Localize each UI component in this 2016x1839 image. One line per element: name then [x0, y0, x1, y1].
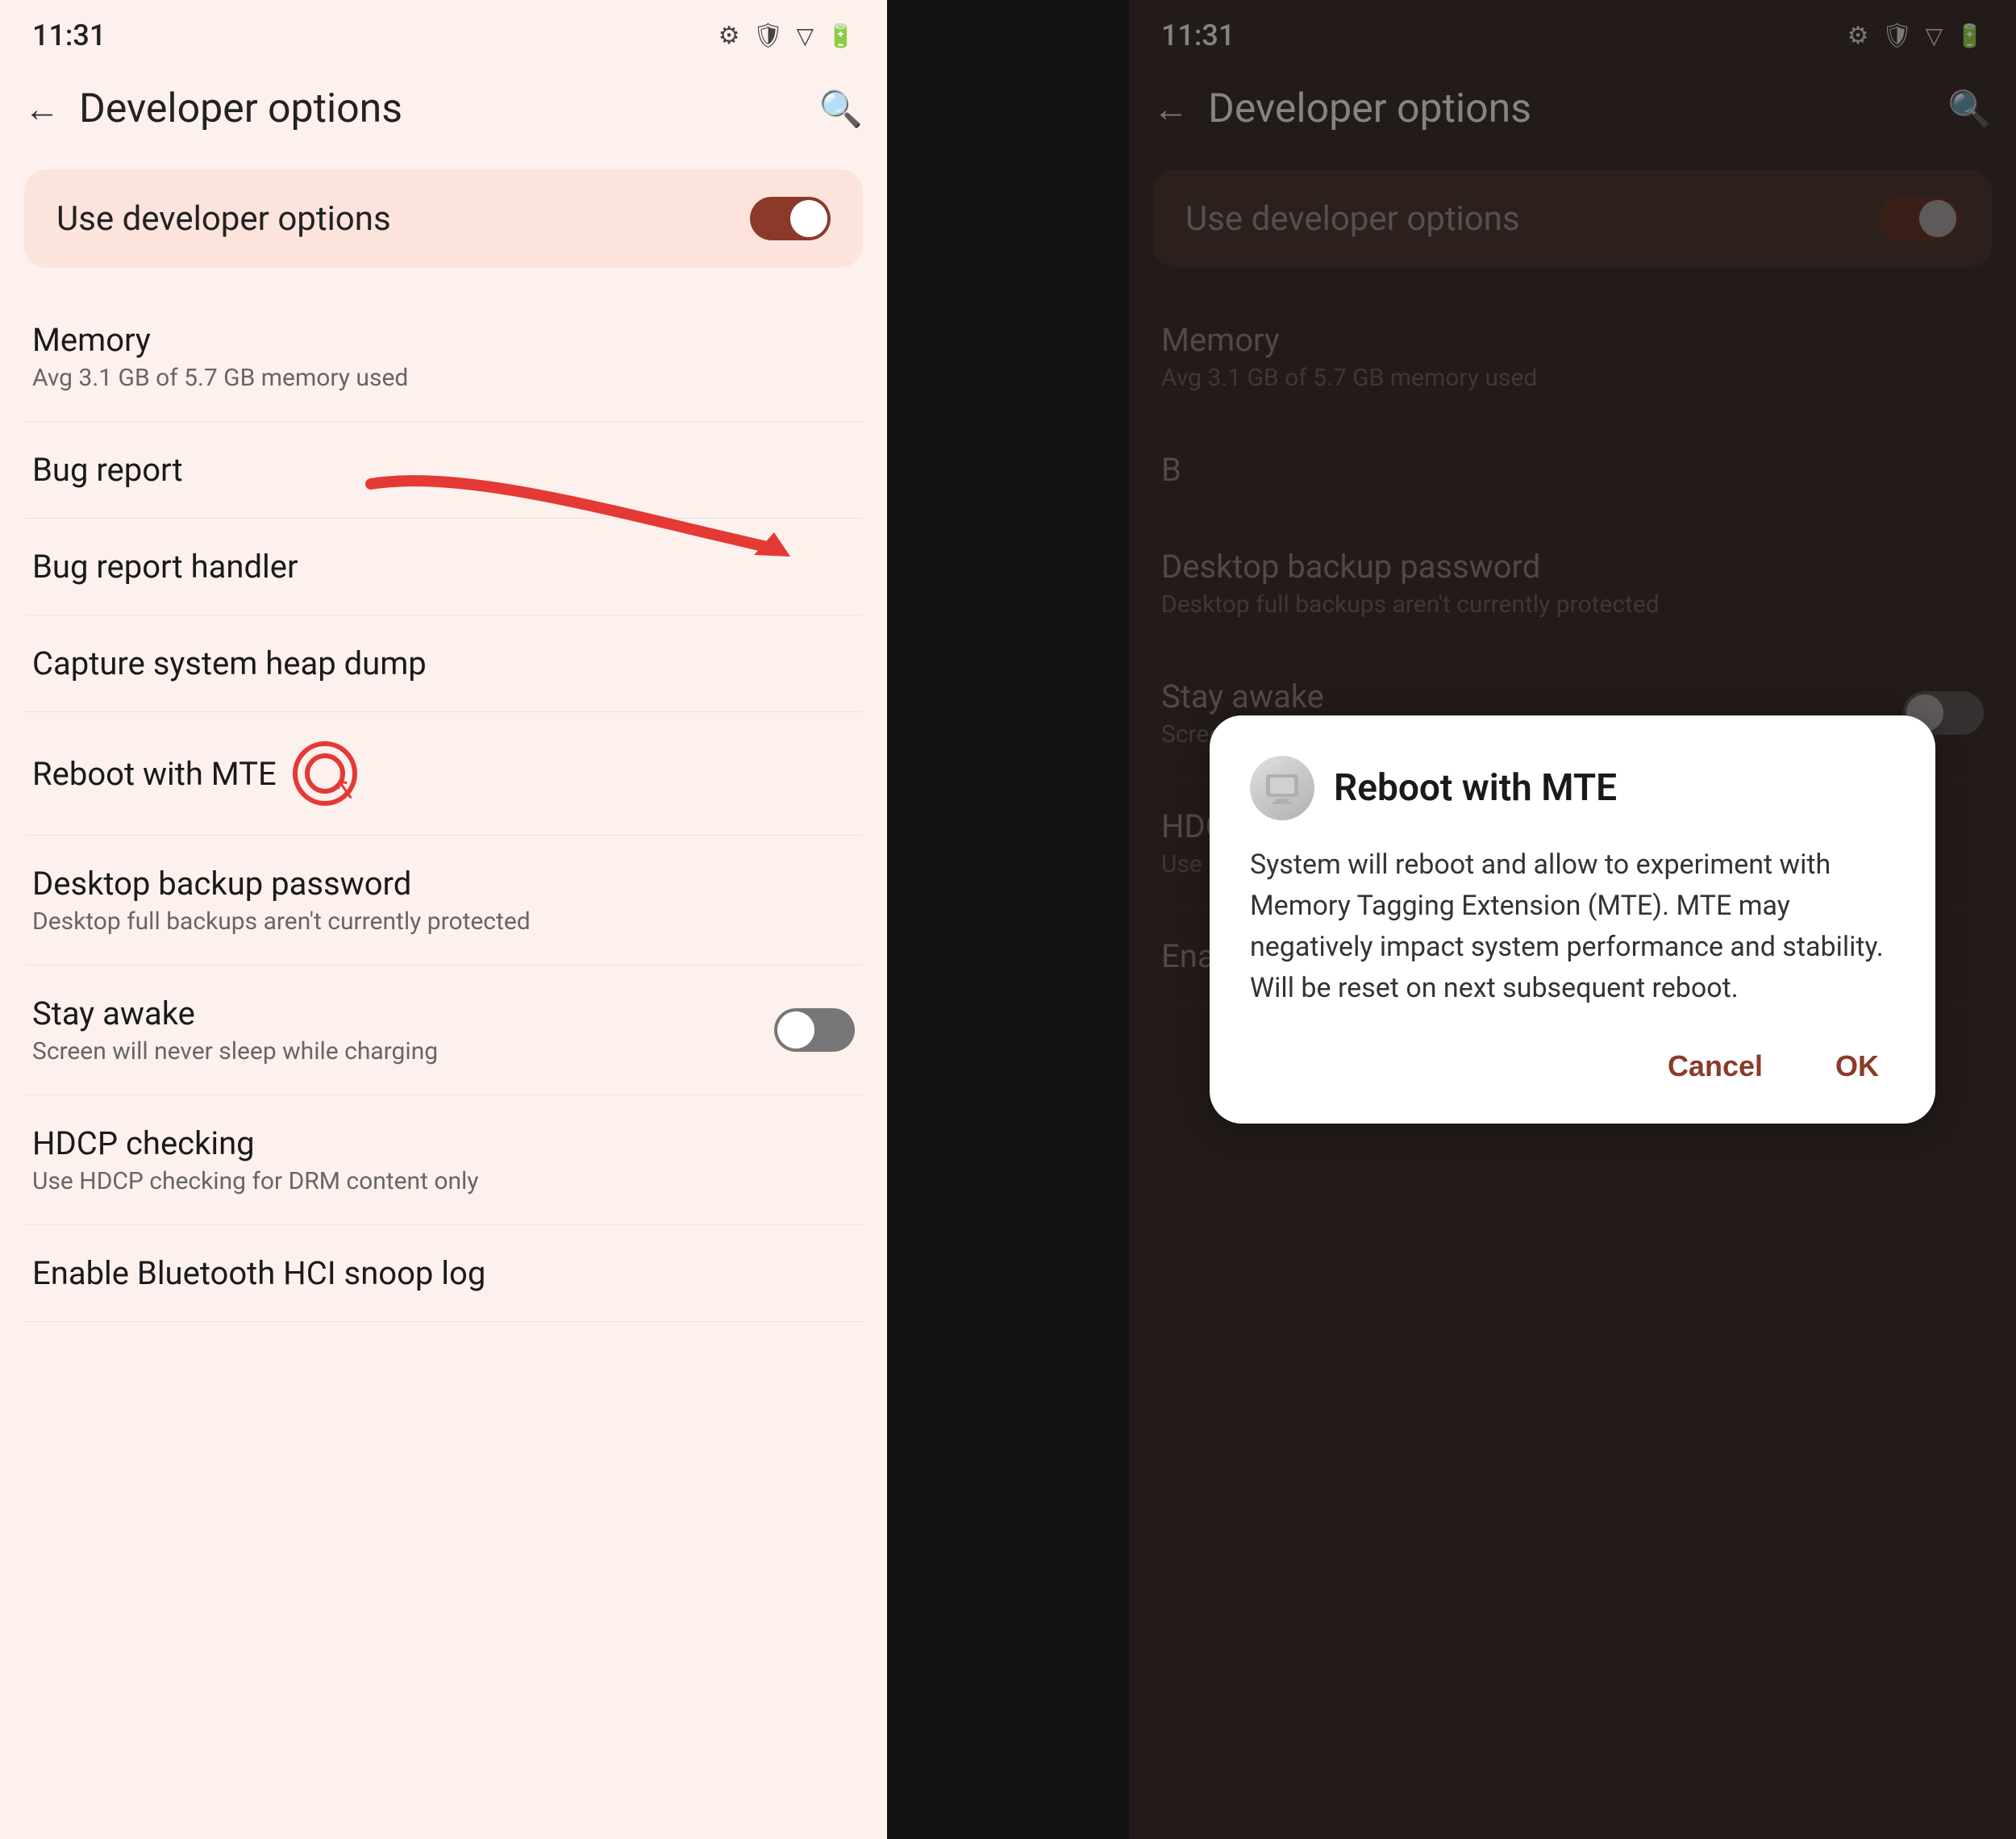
setting-text: Memory Avg 3.1 GB of 5.7 GB memory used — [32, 321, 855, 392]
setting-title: Enable Bluetooth HCI snoop log — [32, 1254, 855, 1292]
setting-row: Desktop backup password Desktop full bac… — [32, 865, 855, 936]
setting-text: Stay awake Screen will never sleep while… — [32, 995, 774, 1065]
list-item[interactable]: Memory Avg 3.1 GB of 5.7 GB memory used — [24, 292, 863, 422]
click-indicator-icon: ↖ — [293, 741, 357, 806]
cursor-icon: ↖ — [330, 770, 360, 808]
dialog-buttons: Cancel OK — [1250, 1041, 1895, 1091]
use-developer-options-label: Use developer options — [56, 199, 391, 239]
right-panel: 11:31 ⚙ 🛡 ▽ 🔋 ← Developer options 🔍 Use … — [1129, 0, 2016, 1839]
setting-text: Enable Bluetooth HCI snoop log — [32, 1254, 855, 1292]
left-panel: 11:31 ⚙ 🛡 ▽ 🔋 ← Developer options 🔍 Use … — [0, 0, 887, 1839]
use-developer-options-toggle-section: Use developer options — [24, 169, 863, 268]
setting-row: HDCP checking Use HDCP checking for DRM … — [32, 1124, 855, 1195]
setting-title: Bug report handler — [32, 548, 855, 586]
setting-row: Bug report handler — [32, 548, 855, 586]
search-button-left[interactable]: 🔍 — [818, 88, 863, 130]
settings-list-left: Memory Avg 3.1 GB of 5.7 GB memory used … — [0, 292, 887, 1839]
page-title-left: Developer options — [79, 85, 818, 132]
back-button-left[interactable]: ← — [24, 88, 60, 130]
setting-title: Desktop backup password — [32, 865, 855, 903]
setting-text: Capture system heap dump — [32, 644, 855, 682]
toggle-knob — [777, 1011, 814, 1049]
reboot-mte-dialog: Reboot with MTE System will reboot and a… — [1210, 715, 1935, 1124]
list-item[interactable]: Capture system heap dump — [24, 615, 863, 712]
setting-row: Reboot with MTE ↖ — [32, 741, 855, 806]
setting-row: Memory Avg 3.1 GB of 5.7 GB memory used — [32, 321, 855, 392]
dialog-message: System will reboot and allow to experime… — [1250, 844, 1895, 1009]
settings-status-icon: ⚙ — [719, 22, 740, 50]
wifi-status-icon: ▽ — [797, 23, 814, 49]
list-item[interactable]: Desktop backup password Desktop full bac… — [24, 836, 863, 965]
list-item[interactable]: Bug report handler — [24, 519, 863, 615]
setting-subtitle: Screen will never sleep while charging — [32, 1037, 774, 1065]
setting-title: Reboot with MTE — [32, 755, 277, 793]
list-item[interactable]: Bug report — [24, 422, 863, 519]
setting-text: Bug report handler — [32, 548, 855, 586]
panel-divider — [887, 0, 1129, 1839]
dialog-ok-button[interactable]: OK — [1819, 1041, 1895, 1091]
use-developer-options-toggle[interactable] — [750, 197, 831, 240]
setting-text: Desktop backup password Desktop full bac… — [32, 865, 855, 936]
setting-subtitle: Desktop full backups aren't currently pr… — [32, 907, 855, 936]
dialog-title-row: Reboot with MTE — [1250, 756, 1895, 820]
status-bar-left: 11:31 ⚙ 🛡 ▽ 🔋 — [0, 0, 887, 65]
status-icons-left: ⚙ 🛡 ▽ 🔋 — [719, 22, 855, 50]
toggle-knob — [790, 200, 827, 237]
setting-text: HDCP checking Use HDCP checking for DRM … — [32, 1124, 855, 1195]
setting-subtitle: Avg 3.1 GB of 5.7 GB memory used — [32, 364, 855, 392]
top-bar-left: ← Developer options 🔍 — [0, 65, 887, 153]
setting-text: Reboot with MTE ↖ — [32, 741, 855, 806]
setting-title: HDCP checking — [32, 1124, 855, 1162]
setting-row: Enable Bluetooth HCI snoop log — [32, 1254, 855, 1292]
dialog-overlay: Reboot with MTE System will reboot and a… — [1129, 0, 2016, 1839]
setting-row: Bug report — [32, 451, 855, 489]
list-item[interactable]: HDCP checking Use HDCP checking for DRM … — [24, 1095, 863, 1225]
status-time-left: 11:31 — [32, 19, 106, 52]
setting-text: Bug report — [32, 451, 855, 489]
setting-row: Capture system heap dump — [32, 644, 855, 682]
list-item[interactable]: Enable Bluetooth HCI snoop log — [24, 1225, 863, 1322]
battery-status-icon: 🔋 — [827, 23, 855, 49]
setting-title: Bug report — [32, 451, 855, 489]
dialog-cancel-button[interactable]: Cancel — [1652, 1041, 1779, 1091]
stay-awake-toggle[interactable] — [774, 1008, 855, 1052]
setting-title: Capture system heap dump — [32, 644, 855, 682]
stay-awake-item[interactable]: Stay awake Screen will never sleep while… — [24, 965, 863, 1095]
dialog-title: Reboot with MTE — [1334, 766, 1617, 810]
setting-row: Stay awake Screen will never sleep while… — [32, 995, 855, 1065]
setting-title: Memory — [32, 321, 855, 359]
mte-title-row: Reboot with MTE ↖ — [32, 741, 855, 806]
dialog-icon — [1250, 756, 1314, 820]
reboot-mte-item[interactable]: Reboot with MTE ↖ — [24, 712, 863, 836]
shield-status-icon: 🛡 — [752, 22, 783, 50]
setting-title: Stay awake — [32, 995, 774, 1032]
setting-subtitle: Use HDCP checking for DRM content only — [32, 1167, 855, 1195]
computer-icon — [1262, 768, 1302, 808]
